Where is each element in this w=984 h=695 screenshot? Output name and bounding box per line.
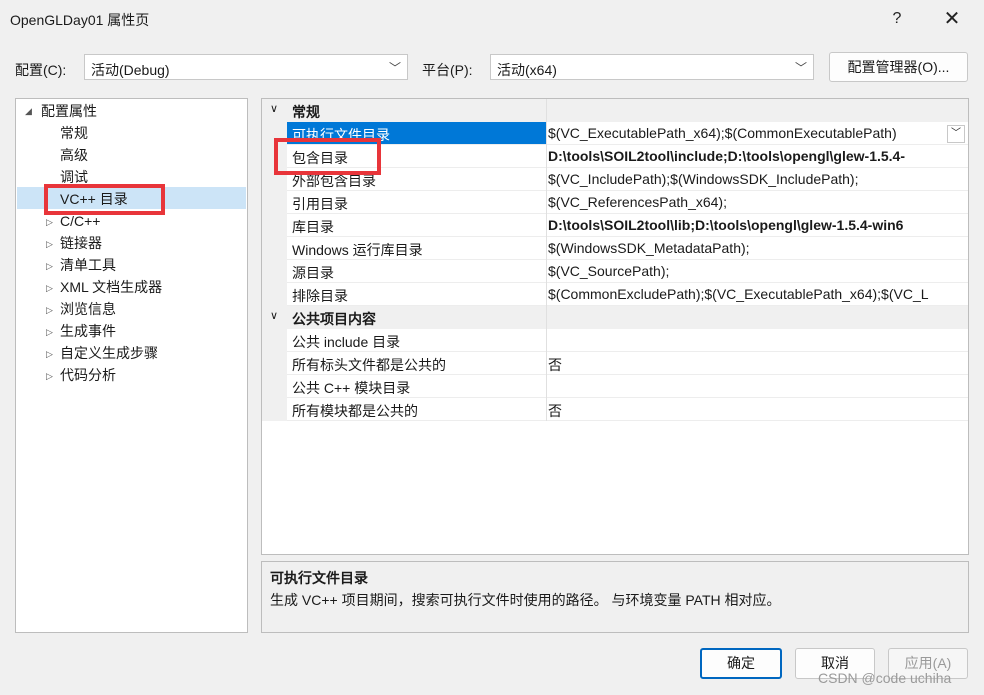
platform-combobox[interactable]: 活动(x64) ﹀: [490, 54, 814, 80]
config-combobox[interactable]: 活动(Debug) ﹀: [84, 54, 408, 80]
collapsed-triangle-icon[interactable]: ▷: [46, 305, 53, 316]
property-value[interactable]: 否: [548, 401, 968, 421]
highlight-box-vc-directories: [44, 184, 165, 215]
tree-item-general[interactable]: 常规: [60, 122, 88, 144]
collapsed-triangle-icon[interactable]: ▷: [46, 283, 53, 294]
collapsed-triangle-icon[interactable]: ▷: [46, 371, 53, 382]
chevron-down-icon[interactable]: ∨: [270, 309, 278, 322]
config-label: 配置(C):: [15, 62, 67, 78]
collapsed-triangle-icon[interactable]: ▷: [46, 327, 53, 338]
grid-row[interactable]: 可执行文件目录 $(VC_ExecutablePath_x64);$(Commo…: [287, 122, 968, 145]
grid-row[interactable]: 库目录 D:\tools\SOIL2tool\lib;D:\tools\open…: [287, 214, 968, 237]
tree-item-manifest-tool[interactable]: 清单工具: [60, 254, 116, 276]
grid-row[interactable]: 公共 include 目录: [287, 329, 968, 352]
property-name: 排除目录: [292, 288, 348, 304]
property-value[interactable]: 否: [548, 355, 968, 375]
column-divider[interactable]: [546, 99, 547, 421]
window-title: OpenGLDay01 属性页: [10, 12, 150, 28]
property-value[interactable]: $(VC_ReferencesPath_x64);: [548, 194, 968, 210]
property-value[interactable]: $(VC_IncludePath);$(WindowsSDK_IncludePa…: [548, 171, 968, 187]
tree-item-xml-doc[interactable]: XML 文档生成器: [60, 276, 162, 298]
watermark: CSDN @code uchiha: [818, 670, 952, 686]
help-button[interactable]: ?: [882, 4, 912, 34]
expanded-triangle-icon[interactable]: ◢: [25, 106, 32, 117]
property-name: Windows 运行库目录: [292, 242, 423, 258]
collapsed-triangle-icon[interactable]: ▷: [46, 217, 53, 228]
config-value: 活动(Debug): [91, 62, 170, 78]
tree-item-browse-info[interactable]: 浏览信息: [60, 298, 116, 320]
collapsed-triangle-icon[interactable]: ▷: [46, 239, 53, 250]
tree-item-root[interactable]: 配置属性: [41, 100, 97, 122]
ok-button[interactable]: 确定: [700, 648, 782, 679]
dropdown-arrow-icon[interactable]: ﹀: [947, 125, 965, 143]
grid-row[interactable]: 所有标头文件都是公共的 否: [287, 352, 968, 375]
platform-label: 平台(P):: [422, 62, 473, 78]
property-name: 所有模块都是公共的: [292, 403, 418, 419]
title-bar: OpenGLDay01 属性页 ? ✕: [0, 0, 984, 38]
chevron-down-icon: ﹀: [794, 61, 807, 75]
grid-row[interactable]: 引用目录 $(VC_ReferencesPath_x64);: [287, 191, 968, 214]
chevron-down-icon: ﹀: [388, 61, 401, 75]
tree-item-advanced[interactable]: 高级: [60, 144, 88, 166]
grid-row[interactable]: Windows 运行库目录 $(WindowsSDK_MetadataPath)…: [287, 237, 968, 260]
description-title: 可执行文件目录: [270, 570, 368, 586]
grid-row[interactable]: 所有模块都是公共的 否: [287, 398, 968, 421]
tree-item-code-analysis[interactable]: 代码分析: [60, 364, 116, 386]
grid-row[interactable]: 排除目录 $(CommonExcludePath);$(VC_Executabl…: [287, 283, 968, 306]
property-value[interactable]: D:\tools\SOIL2tool\include;D:\tools\open…: [548, 148, 968, 164]
property-value[interactable]: $(VC_ExecutablePath_x64);$(CommonExecuta…: [548, 125, 948, 141]
property-value[interactable]: $(CommonExcludePath);$(VC_ExecutablePath…: [548, 286, 968, 302]
grid-row[interactable]: 源目录 $(VC_SourcePath);: [287, 260, 968, 283]
tree-item-custom-build[interactable]: 自定义生成步骤: [60, 342, 158, 364]
grid-row[interactable]: 包含目录 D:\tools\SOIL2tool\include;D:\tools…: [287, 145, 968, 168]
config-manager-button[interactable]: 配置管理器(O)...: [829, 52, 968, 82]
property-name: 库目录: [292, 219, 334, 235]
tree-item-build-events[interactable]: 生成事件: [60, 320, 116, 342]
property-name: 公共 C++ 模块目录: [292, 380, 411, 396]
collapsed-triangle-icon[interactable]: ▷: [46, 261, 53, 272]
property-value[interactable]: D:\tools\SOIL2tool\lib;D:\tools\opengl\g…: [548, 217, 968, 233]
grid-row[interactable]: 外部包含目录 $(VC_IncludePath);$(WindowsSDK_In…: [287, 168, 968, 191]
property-value[interactable]: $(WindowsSDK_MetadataPath);: [548, 240, 968, 256]
chevron-down-icon[interactable]: ∨: [270, 102, 278, 115]
highlight-box-include-directories: [274, 138, 381, 175]
property-name: 公共 include 目录: [292, 334, 401, 350]
tree-item-linker[interactable]: 链接器: [60, 232, 102, 254]
property-tree: ◢ 配置属性 常规 高级 调试 VC++ 目录 ▷ C/C++ ▷ 链接器 ▷ …: [15, 98, 248, 633]
platform-value: 活动(x64): [497, 62, 557, 78]
collapsed-triangle-icon[interactable]: ▷: [46, 349, 53, 360]
close-button[interactable]: ✕: [937, 4, 967, 34]
property-name: 所有标头文件都是公共的: [292, 357, 446, 373]
property-name: 源目录: [292, 265, 334, 281]
category-public-project-content[interactable]: ∨ 公共项目内容: [262, 306, 968, 329]
grid-row[interactable]: 公共 C++ 模块目录: [287, 375, 968, 398]
category-label: 公共项目内容: [292, 311, 376, 327]
category-label: 常规: [292, 104, 320, 120]
description-body: 生成 VC++ 项目期间，搜索可执行文件时使用的路径。 与环境变量 PATH 相…: [270, 592, 781, 608]
property-name: 引用目录: [292, 196, 348, 212]
category-general[interactable]: ∨ 常规: [262, 99, 968, 122]
description-panel: 可执行文件目录 生成 VC++ 项目期间，搜索可执行文件时使用的路径。 与环境变…: [261, 561, 969, 633]
property-value[interactable]: $(VC_SourcePath);: [548, 263, 968, 279]
